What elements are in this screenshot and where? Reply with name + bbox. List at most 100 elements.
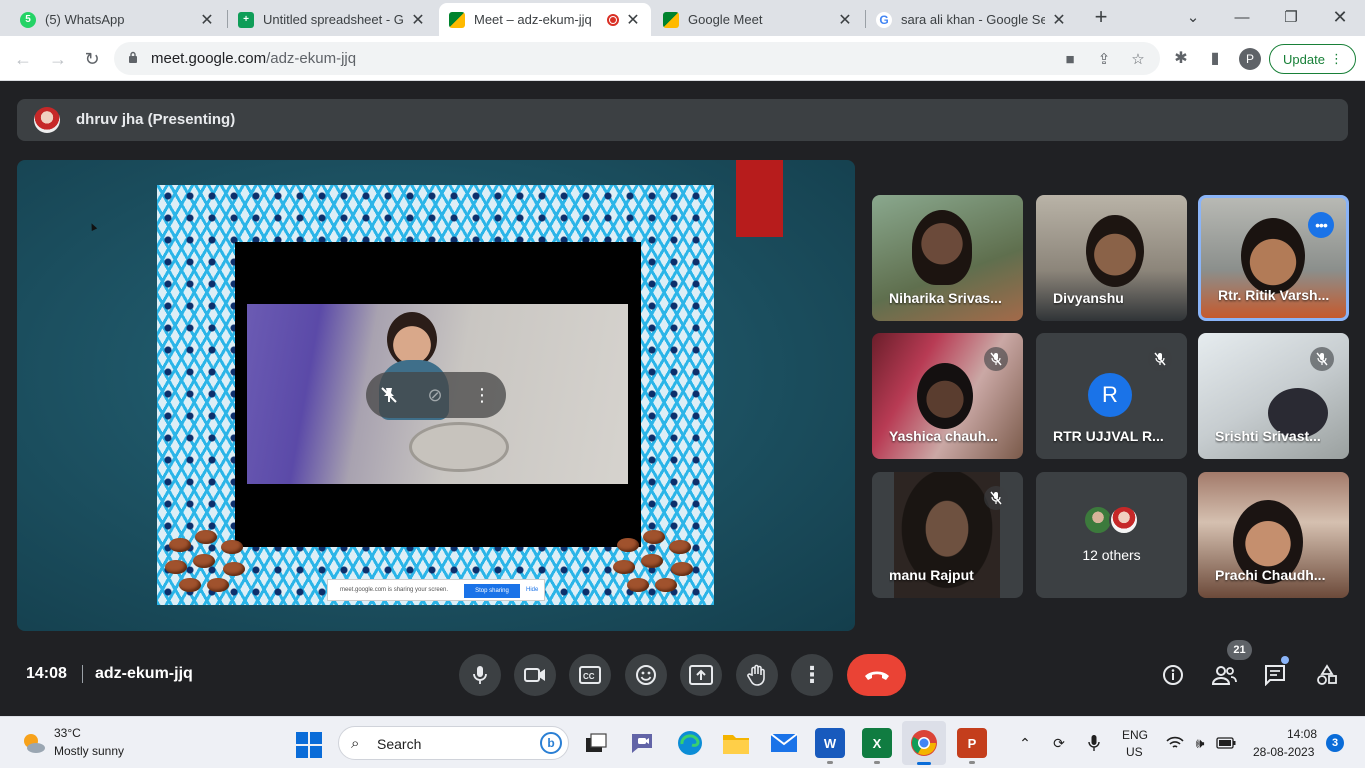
svg-text:CC: CC [583,672,595,681]
show-hidden-icons-chevron-icon[interactable]: ⌃ [1015,733,1035,753]
chrome-icon[interactable] [909,728,939,765]
search-icon: ⌕ [351,735,360,752]
more-options-icon[interactable]: ••• [1308,212,1334,238]
tab-google-search[interactable]: G sara ali khan - Google Sea ✕ [866,3,1077,36]
tab-title: Untitled spreadsheet - Go [263,12,404,27]
battery-icon[interactable] [1216,733,1236,753]
more-options-button[interactable]: ⋮ [791,654,833,696]
word-icon[interactable]: W [815,728,845,764]
meeting-details-button[interactable] [1160,662,1186,688]
tab-spreadsheet[interactable]: + Untitled spreadsheet - Go ✕ [228,3,436,36]
participant-tile[interactable]: Prachi Chaudh... [1198,472,1349,598]
pin-off-icon[interactable] [377,383,401,407]
participant-tile[interactable]: Srishti Srivast... [1198,333,1349,459]
language-indicator[interactable]: ENG [1122,728,1148,742]
microphone-button[interactable] [459,654,501,696]
tab-meet-active[interactable]: Meet – adz-ekum-jjq ✕ [439,3,651,36]
minimize-icon[interactable]: — [1219,0,1265,34]
update-button[interactable]: Update ⋮ [1269,44,1356,74]
volume-icon[interactable]: 🕪 [1190,733,1210,753]
captions-button[interactable]: CC [569,654,611,696]
reload-icon[interactable]: ↻ [79,46,105,72]
camera-button[interactable] [514,654,556,696]
keyboard-layout[interactable]: US [1126,745,1143,759]
weather-temperature[interactable]: 33°C [54,726,81,740]
participant-tile[interactable]: Niharika Srivas... [872,195,1023,321]
profile-avatar[interactable]: P [1239,48,1261,70]
tab-whatsapp[interactable]: 5 (5) WhatsApp ✕ [10,3,225,36]
participant-tile[interactable]: manu Rajput [872,472,1023,598]
sync-icon[interactable]: ⟳ [1049,733,1069,753]
microphone-icon [473,666,487,684]
restore-icon[interactable]: ❐ [1268,0,1314,34]
lock-icon [129,51,137,63]
decoration-flower-right [613,530,697,594]
share-icon[interactable]: ⇪ [1095,50,1113,68]
url-bar[interactable]: meet.google.com/adz-ekum-jjq ■ ⇪ ☆ [114,42,1160,75]
participant-tile[interactable]: Divyanshu [1036,195,1187,321]
tab-google-meet[interactable]: Google Meet ✕ [653,3,863,36]
tile-layout-icon[interactable]: ⊘ [423,383,447,407]
more-options-icon[interactable]: ⋮ [470,383,494,407]
notification-badge[interactable]: 3 [1326,734,1344,752]
close-tab-icon[interactable]: ✕ [410,10,426,30]
others-tile[interactable]: 12 others [1036,472,1187,598]
muted-mic-icon [1148,347,1172,371]
meet-call-area: dhruv jha (Presenting) ⊘ ⋮ meet.google.c… [0,82,1365,716]
chat-button[interactable] [1262,662,1288,688]
participant-tile[interactable]: Yashica chauh... [872,333,1023,459]
raise-hand-button[interactable] [736,654,778,696]
close-tab-icon[interactable]: ✕ [625,10,641,30]
divider [82,665,83,683]
avatar [1109,505,1139,535]
activities-button[interactable] [1314,662,1340,688]
presenter-label: dhruv jha (Presenting) [76,111,236,128]
new-tab-icon[interactable]: + [1078,0,1124,34]
file-explorer-icon[interactable] [721,728,751,758]
close-tab-icon[interactable]: ✕ [1051,10,1067,30]
participant-name: Rtr. Ritik Varsh... [1218,287,1330,303]
back-icon[interactable]: ← [10,46,36,72]
teams-chat-icon[interactable] [627,728,657,758]
excel-icon[interactable]: X [862,728,892,764]
start-button[interactable] [296,732,322,758]
extensions-icon[interactable]: ✱ [1171,48,1191,68]
camera-in-use-icon[interactable]: ■ [1061,50,1079,68]
bookmark-star-icon[interactable]: ☆ [1129,50,1147,68]
taskbar-search[interactable]: ⌕ Search b [338,726,569,760]
recording-icon [607,13,619,26]
participant-tile-speaking[interactable]: ••• Rtr. Ritik Varsh... [1198,195,1349,321]
tab-title: Google Meet [688,12,763,27]
decoration-flower-left [165,530,249,594]
system-clock-time[interactable]: 14:08 [1287,727,1317,741]
close-tab-icon[interactable]: ✕ [837,10,853,30]
wifi-icon[interactable] [1165,733,1185,753]
present-screen-button[interactable] [680,654,722,696]
more-menu-icon: ⋮ [1330,51,1343,66]
powerpoint-icon[interactable]: P [957,728,987,764]
tab-title: Meet – adz-ekum-jjq [474,12,592,27]
edge-icon[interactable] [675,728,705,758]
close-tab-icon[interactable]: ✕ [199,10,215,30]
mail-icon[interactable] [769,728,799,758]
participant-name: RTR UJJVAL R... [1053,428,1164,444]
people-button[interactable] [1211,662,1237,688]
microphone-in-use-icon[interactable] [1084,733,1104,753]
stop-sharing-button[interactable]: Stop sharing [464,584,520,598]
presenter-bar: dhruv jha (Presenting) [17,99,1348,141]
reactions-button[interactable] [625,654,667,696]
task-view-icon[interactable] [581,728,611,758]
close-window-icon[interactable]: ✕ [1317,0,1363,34]
system-clock-date[interactable]: 28-08-2023 [1253,745,1314,759]
participant-tile[interactable]: R RTR UJJVAL R... [1036,333,1187,459]
whatsapp-icon: 5 [20,11,36,28]
hide-link[interactable]: Hide [526,587,538,593]
bing-icon[interactable]: b [540,732,562,754]
weather-sunny-icon[interactable] [20,730,46,756]
screen-share-stage[interactable]: ⊘ ⋮ meet.google.com is sharing your scre… [17,160,855,631]
side-panel-icon[interactable]: ▮ [1205,48,1225,68]
forward-icon[interactable]: → [45,46,71,72]
tab-search-chevron-icon[interactable]: ⌄ [1170,0,1216,34]
leave-call-button[interactable] [847,654,906,696]
weather-description[interactable]: Mostly sunny [54,744,124,758]
